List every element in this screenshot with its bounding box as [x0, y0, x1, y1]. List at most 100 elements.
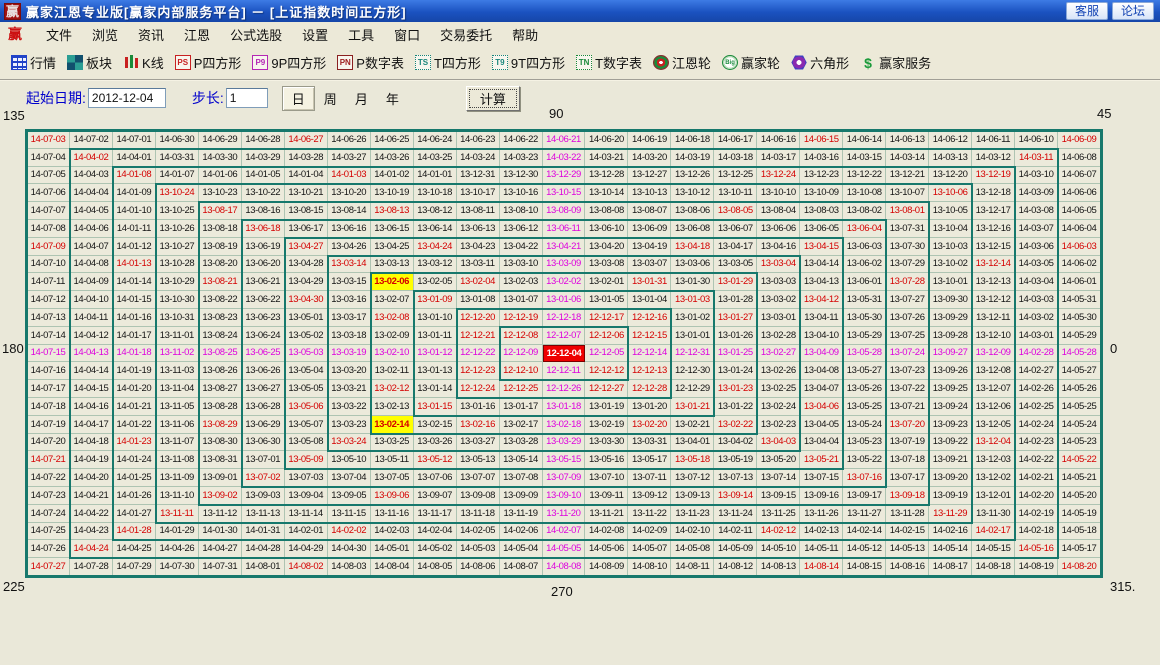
- gann-cell[interactable]: 13-03-02: [757, 291, 800, 309]
- gann-cell[interactable]: 13-07-12: [671, 469, 714, 487]
- gann-cell[interactable]: 14-08-05: [414, 558, 457, 576]
- toolbar-item-9[interactable]: 江恩轮: [653, 53, 711, 72]
- gann-cell[interactable]: 13-06-17: [285, 220, 328, 238]
- gann-cell[interactable]: 13-01-26: [714, 327, 757, 345]
- gann-cell[interactable]: 14-02-11: [714, 523, 757, 541]
- gann-cell[interactable]: 14-03-15: [843, 149, 886, 167]
- gann-cell[interactable]: 14-03-11: [1015, 149, 1058, 167]
- gann-cell[interactable]: 13-06-06: [757, 220, 800, 238]
- gann-cell[interactable]: 13-12-20: [929, 167, 972, 185]
- gann-cell[interactable]: 13-08-21: [199, 273, 242, 291]
- gann-cell[interactable]: 14-08-11: [671, 558, 714, 576]
- gann-cell[interactable]: 14-04-19: [70, 451, 113, 469]
- gann-cell[interactable]: 14-07-18: [27, 398, 70, 416]
- gann-cell[interactable]: 13-09-30: [929, 291, 972, 309]
- gann-cell[interactable]: 13-12-07: [972, 380, 1015, 398]
- gann-cell[interactable]: 13-07-22: [886, 380, 929, 398]
- gann-cell[interactable]: 13-11-09: [156, 469, 199, 487]
- gann-cell[interactable]: 13-07-18: [886, 451, 929, 469]
- gann-cell[interactable]: 14-03-28: [285, 149, 328, 167]
- gann-cell[interactable]: 13-07-27: [886, 291, 929, 309]
- gann-cell[interactable]: 13-05-28: [843, 345, 886, 363]
- gann-cell[interactable]: 13-01-17: [500, 398, 543, 416]
- gann-cell[interactable]: 14-06-05: [1058, 202, 1101, 220]
- gann-cell[interactable]: 13-04-27: [285, 238, 328, 256]
- gann-cell[interactable]: 14-07-28: [70, 558, 113, 576]
- gann-cell[interactable]: 14-02-17: [972, 523, 1015, 541]
- gann-cell[interactable]: 13-12-31: [457, 167, 500, 185]
- gann-cell[interactable]: 14-06-14: [843, 131, 886, 149]
- gann-cell[interactable]: 13-03-21: [328, 380, 371, 398]
- gann-cell[interactable]: 13-12-08: [972, 362, 1015, 380]
- gann-cell[interactable]: 13-02-02: [543, 273, 586, 291]
- gann-cell[interactable]: 13-09-03: [242, 487, 285, 505]
- gann-cell[interactable]: 13-05-18: [671, 451, 714, 469]
- gann-cell[interactable]: 13-01-23: [714, 380, 757, 398]
- gann-cell[interactable]: 14-01-17: [113, 327, 156, 345]
- gann-cell[interactable]: 13-08-06: [671, 202, 714, 220]
- gann-cell[interactable]: 13-10-26: [156, 220, 199, 238]
- gann-cell[interactable]: 13-05-14: [500, 451, 543, 469]
- gann-cell[interactable]: 13-09-16: [800, 487, 843, 505]
- gann-cell[interactable]: 13-07-25: [886, 327, 929, 345]
- gann-cell[interactable]: 14-07-12: [27, 291, 70, 309]
- gann-cell[interactable]: 14-03-04: [1015, 273, 1058, 291]
- menu-item-8[interactable]: 交易委托: [430, 23, 502, 46]
- gann-cell[interactable]: 13-01-11: [414, 327, 457, 345]
- gann-cell[interactable]: 13-11-28: [886, 505, 929, 523]
- gann-cell[interactable]: 13-10-16: [500, 184, 543, 202]
- gann-cell[interactable]: 14-01-29: [156, 523, 199, 541]
- gann-cell[interactable]: 13-01-08: [457, 291, 500, 309]
- gann-cell[interactable]: 14-05-22: [1058, 451, 1101, 469]
- gann-cell[interactable]: 13-02-17: [500, 416, 543, 434]
- toolbar-item-0[interactable]: 行情: [11, 53, 56, 72]
- gann-cell[interactable]: 14-02-08: [585, 523, 628, 541]
- gann-cell[interactable]: 14-07-09: [27, 238, 70, 256]
- gann-cell[interactable]: 14-04-03: [70, 167, 113, 185]
- gann-cell[interactable]: 13-05-08: [285, 434, 328, 452]
- gann-cell[interactable]: 12-12-06: [585, 327, 628, 345]
- gann-cell[interactable]: 13-08-19: [199, 238, 242, 256]
- gann-cell[interactable]: 14-07-30: [156, 558, 199, 576]
- gann-cell[interactable]: 13-12-15: [972, 238, 1015, 256]
- step-input[interactable]: 1: [226, 88, 268, 108]
- gann-cell[interactable]: 14-02-23: [1015, 434, 1058, 452]
- gann-cell[interactable]: 13-02-13: [371, 398, 414, 416]
- gann-cell[interactable]: 13-05-11: [371, 451, 414, 469]
- gann-cell[interactable]: 14-04-06: [70, 220, 113, 238]
- gann-cell[interactable]: 14-04-14: [70, 362, 113, 380]
- gann-cell[interactable]: 13-11-01: [156, 327, 199, 345]
- gann-cell[interactable]: 14-08-06: [457, 558, 500, 576]
- gann-cell[interactable]: 13-11-29: [929, 505, 972, 523]
- gann-cell[interactable]: 14-03-17: [757, 149, 800, 167]
- gann-cell[interactable]: 12-12-28: [628, 380, 671, 398]
- toolbar-item-3[interactable]: PSP四方形: [175, 53, 242, 72]
- gann-cell[interactable]: 14-08-09: [585, 558, 628, 576]
- gann-cell[interactable]: 13-04-03: [757, 434, 800, 452]
- gann-cell[interactable]: 13-04-06: [800, 398, 843, 416]
- gann-cell[interactable]: 14-02-25: [1015, 398, 1058, 416]
- gann-cell[interactable]: 14-04-15: [70, 380, 113, 398]
- gann-cell[interactable]: 14-03-26: [371, 149, 414, 167]
- gann-cell[interactable]: 13-07-13: [714, 469, 757, 487]
- gann-cell[interactable]: 14-02-05: [457, 523, 500, 541]
- gann-cell[interactable]: 14-04-07: [70, 238, 113, 256]
- gann-cell[interactable]: 14-06-18: [671, 131, 714, 149]
- gann-cell[interactable]: 13-04-28: [285, 256, 328, 274]
- gann-cell[interactable]: 13-08-15: [285, 202, 328, 220]
- gann-cell[interactable]: 13-01-19: [585, 398, 628, 416]
- gann-cell[interactable]: 13-06-24: [242, 327, 285, 345]
- gann-cell[interactable]: 12-12-07: [543, 327, 586, 345]
- gann-cell[interactable]: 13-07-04: [328, 469, 371, 487]
- gann-cell[interactable]: 13-01-20: [628, 398, 671, 416]
- gann-cell[interactable]: 13-07-07: [457, 469, 500, 487]
- gann-cell[interactable]: 14-01-31: [242, 523, 285, 541]
- gann-cell[interactable]: 14-04-22: [70, 505, 113, 523]
- gann-cell[interactable]: 13-11-25: [757, 505, 800, 523]
- gann-cell[interactable]: 14-08-10: [628, 558, 671, 576]
- gann-cell[interactable]: 12-12-15: [628, 327, 671, 345]
- gann-cell[interactable]: 13-07-23: [886, 362, 929, 380]
- gann-cell[interactable]: 13-12-12: [972, 291, 1015, 309]
- gann-cell[interactable]: 13-10-06: [929, 184, 972, 202]
- gann-cell[interactable]: 13-12-09: [972, 345, 1015, 363]
